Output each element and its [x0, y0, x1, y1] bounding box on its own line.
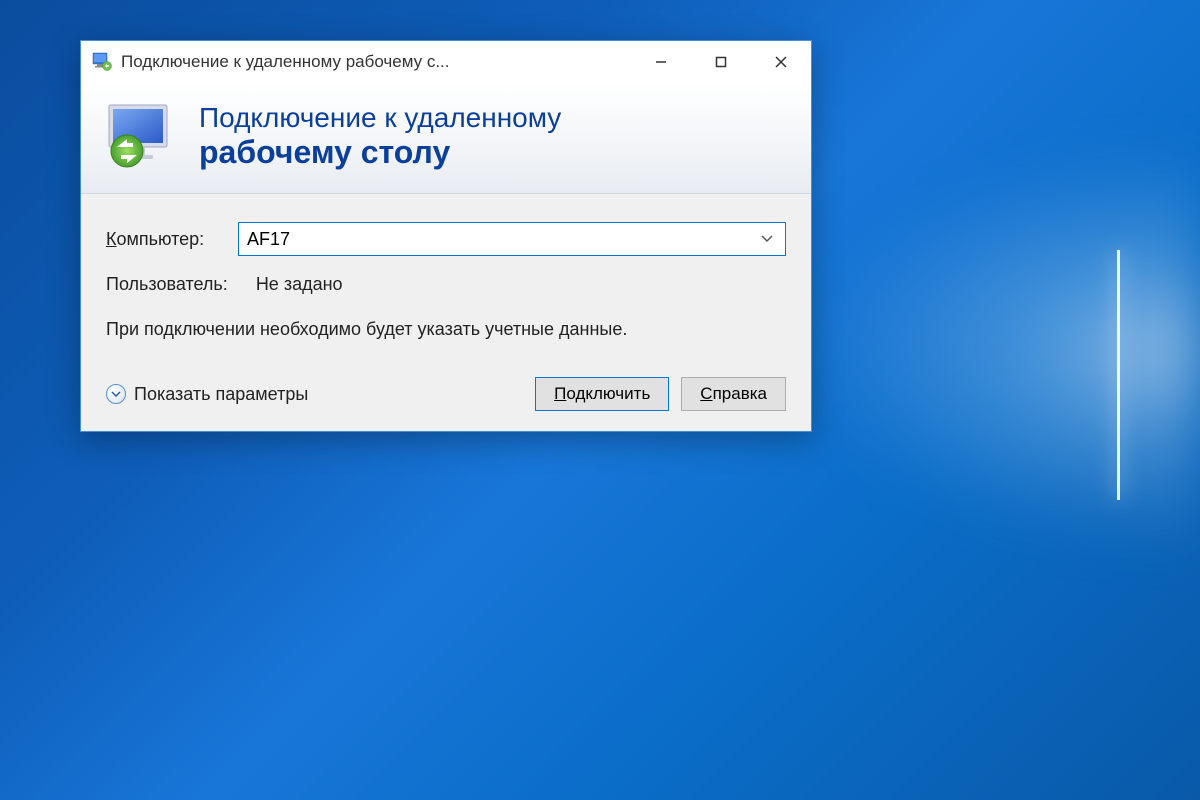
expand-chevron-icon: [106, 384, 126, 404]
rdp-app-icon: [91, 51, 113, 73]
credentials-info-text: При подключении необходимо будет указать…: [106, 317, 786, 342]
titlebar[interactable]: Подключение к удаленному рабочему с...: [81, 41, 811, 83]
rdp-dialog-window: Подключение к удаленному рабочему с...: [80, 40, 812, 432]
show-options-label: Показать параметры: [134, 384, 308, 405]
minimize-button[interactable]: [631, 41, 691, 83]
dialog-content: Компьютер: Пользователь: Не задано При п…: [81, 194, 811, 431]
maximize-button[interactable]: [691, 41, 751, 83]
window-title: Подключение к удаленному рабочему с...: [121, 52, 631, 72]
header-title-line2: рабочему столу: [199, 134, 561, 171]
computer-label: Компьютер:: [106, 229, 224, 250]
user-label: Пользователь:: [106, 274, 228, 295]
computer-input[interactable]: [247, 229, 757, 250]
header-title-line1: Подключение к удаленному: [199, 102, 561, 134]
dialog-header: Подключение к удаленному рабочему столу: [81, 83, 811, 194]
connect-button[interactable]: Подключить: [535, 377, 669, 411]
header-title-group: Подключение к удаленному рабочему столу: [199, 102, 561, 171]
footer-row: Показать параметры Подключить Справка: [106, 377, 786, 411]
user-value: Не задано: [256, 274, 343, 295]
computer-field-row: Компьютер:: [106, 222, 786, 256]
help-button[interactable]: Справка: [681, 377, 786, 411]
rdp-monitor-icon: [103, 101, 181, 171]
computer-combobox[interactable]: [238, 222, 786, 256]
user-field-row: Пользователь: Не задано: [106, 274, 786, 295]
close-button[interactable]: [751, 41, 811, 83]
chevron-down-icon[interactable]: [757, 232, 777, 246]
show-options-toggle[interactable]: Показать параметры: [106, 384, 308, 405]
desktop-light-streak: [1117, 250, 1120, 500]
desktop-light-flare: [800, 150, 1200, 550]
window-controls: [631, 41, 811, 83]
